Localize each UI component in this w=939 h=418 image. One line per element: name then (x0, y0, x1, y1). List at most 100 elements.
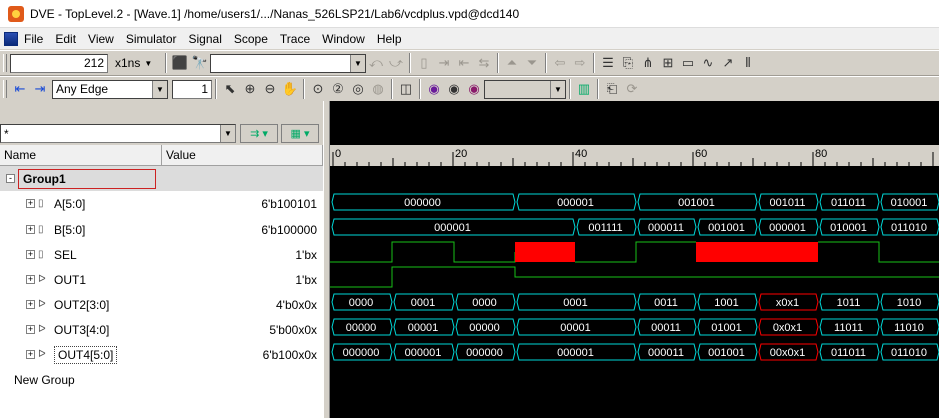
toolbar-separator (409, 53, 411, 73)
marker-next-icon[interactable]: ◉ (444, 79, 464, 99)
search-combo[interactable]: ▼ (210, 53, 366, 73)
expand-icon[interactable]: + (26, 225, 35, 234)
pan-hand-icon[interactable]: ✋ (280, 79, 300, 99)
cursor-split-icon[interactable]: ◫ (396, 79, 416, 99)
marker-prev-icon[interactable]: ◉ (424, 79, 444, 99)
menu-trace[interactable]: Trace (280, 32, 310, 46)
back-arrow-icon[interactable]: ⇦ (550, 53, 570, 73)
signal-name: New Group (14, 372, 75, 387)
menu-help[interactable]: Help (377, 32, 402, 46)
bus-value-label: 000001 (434, 222, 471, 234)
signal-value: 6'b100x0x (262, 347, 317, 362)
menu-scope[interactable]: Scope (234, 32, 268, 46)
bus-value-label: 1011 (837, 297, 861, 309)
signal-row[interactable]: + ᐅ OUT1 1'bx (0, 267, 323, 292)
signal-row[interactable]: + ᐅ OUT4[5:0] 6'b100x0x (0, 342, 323, 367)
edge-select[interactable]: Any Edge ▼ (52, 79, 168, 99)
wave-icon[interactable]: ∿ (698, 53, 718, 73)
bus-icon[interactable]: ⫴ (738, 53, 758, 73)
zoom-fit-icon[interactable]: ⊙ (308, 79, 328, 99)
expand-icon[interactable]: + (26, 250, 35, 259)
next-edge-icon[interactable]: ⇥ (30, 79, 50, 99)
chevron-down-icon: ▼ (152, 80, 167, 98)
signal-row[interactable]: + ᐅ OUT3[4:0] 5'b00x0x (0, 317, 323, 342)
ruler-svg: 0 20 40 60 80 (332, 148, 934, 166)
output-port-icon: ᐅ (38, 324, 46, 335)
window-menu-icon[interactable] (4, 31, 18, 46)
down-icon[interactable]: ⏷ (522, 53, 542, 73)
zoom-region-icon[interactable]: ◎ (348, 79, 368, 99)
signal-row[interactable]: + ᐅ OUT2[3:0] 4'b0x0x (0, 292, 323, 317)
filter-input[interactable]: * (0, 124, 236, 143)
component-icon[interactable]: ⊞ (658, 53, 678, 73)
sel-wave-1 (575, 241, 696, 263)
signal-row-name: New Group (14, 367, 75, 392)
signal-name: OUT4[5:0] (54, 345, 118, 364)
time-input[interactable]: 212 (10, 53, 108, 73)
find-binoculars-icon[interactable]: 🔭 (190, 53, 210, 73)
display-filter-button[interactable]: ▦ ▾ (281, 124, 319, 143)
driver-icon[interactable]: ⇥ (434, 53, 454, 73)
marker-icon[interactable]: ▯ (414, 53, 434, 73)
value-column-header[interactable]: Value (162, 145, 323, 166)
name-column-header[interactable]: Name (0, 145, 162, 166)
expand-icon[interactable]: + (26, 325, 35, 334)
menu-edit[interactable]: Edit (55, 32, 76, 46)
expand-icon[interactable]: + (26, 275, 35, 284)
menu-signal[interactable]: Signal (189, 32, 222, 46)
ruler-label: 20 (455, 148, 467, 160)
search-prev-icon[interactable]: ⤺ (366, 53, 386, 73)
pointer-icon[interactable]: ⬉ (220, 79, 240, 99)
signal-value: 5'b00x0x (269, 322, 317, 337)
toolbar-grip[interactable] (3, 54, 7, 72)
dve-app-icon (8, 5, 24, 22)
signal-row[interactable]: + ▯ SEL 1'bx (0, 242, 323, 267)
expand-icon[interactable]: + (26, 300, 35, 309)
signal-value: 4'b0x0x (276, 297, 317, 312)
list-icon[interactable]: ☰ (598, 53, 618, 73)
toolbar-grip[interactable] (3, 80, 7, 98)
forward-arrow-icon[interactable]: ⇨ (570, 53, 590, 73)
reload-icon[interactable]: ⟳ (622, 79, 642, 99)
menu-view[interactable]: View (88, 32, 114, 46)
step-icon[interactable]: ⬛ (170, 53, 190, 73)
bus-value-label: 00000 (469, 322, 500, 334)
signal-row[interactable]: New Group (0, 367, 323, 392)
window-title: DVE - TopLevel.2 - [Wave.1] /home/users1… (30, 6, 520, 21)
signal-row[interactable]: - Group1 (0, 166, 323, 191)
save-session-icon[interactable]: ⎗ (602, 79, 622, 99)
schematic-icon[interactable]: ⋔ (638, 53, 658, 73)
menu-file[interactable]: File (24, 32, 43, 46)
input-port-icon: ▯ (38, 224, 44, 235)
collapse-icon[interactable]: - (6, 174, 15, 183)
zoom-prev-icon[interactable]: ◍ (368, 79, 388, 99)
prev-edge-icon[interactable]: ⇤ (10, 79, 30, 99)
trace-icon[interactable]: ⇆ (474, 53, 494, 73)
zoom-2-icon[interactable]: ② (328, 79, 348, 99)
load-icon[interactable]: ⇤ (454, 53, 474, 73)
pane-splitter[interactable] (323, 101, 330, 418)
toolbar-bottom: ⇤ ⇥ Any Edge ▼ 1 ⬉ ⊕ ⊖ ✋ ⊙ ② ◎ ◍ ◫ ◉ ◉ ◉ … (0, 76, 939, 102)
window-icon[interactable]: ▭ (678, 53, 698, 73)
signal-filter-button[interactable]: ⇉ ▾ (240, 124, 278, 143)
menu-window[interactable]: Window (322, 32, 365, 46)
zoom-out-icon[interactable]: ⊖ (260, 79, 280, 99)
chevron-down-icon[interactable]: ▼ (220, 125, 235, 142)
marker-list-icon[interactable]: ◉ (464, 79, 484, 99)
waveform-canvas[interactable]: 000000 000001 001001 001011 011011 0100010000… (330, 166, 939, 418)
marker-select[interactable]: ▼ (484, 79, 566, 99)
zoom-in-icon[interactable]: ⊕ (240, 79, 260, 99)
signal-row[interactable]: + ▯ B[5:0] 6'b100000 (0, 217, 323, 242)
expand-icon[interactable]: + (26, 199, 35, 208)
time-unit-select[interactable]: x1ns ▼ (112, 53, 162, 73)
signal-row[interactable]: + ▯ A[5:0] 6'b100101 (0, 191, 323, 216)
bus-value-label: 000001 (405, 347, 442, 359)
hierarchy-icon[interactable]: ⎘ (618, 53, 638, 73)
edge-count-input[interactable]: 1 (172, 79, 212, 99)
waveform-view-icon[interactable]: ▥ (574, 79, 594, 99)
path-icon[interactable]: ↗ (718, 53, 738, 73)
expand-icon[interactable]: + (26, 350, 35, 359)
search-next-icon[interactable]: ⤻ (386, 53, 406, 73)
up-icon[interactable]: ⏶ (502, 53, 522, 73)
menu-simulator[interactable]: Simulator (126, 32, 177, 46)
